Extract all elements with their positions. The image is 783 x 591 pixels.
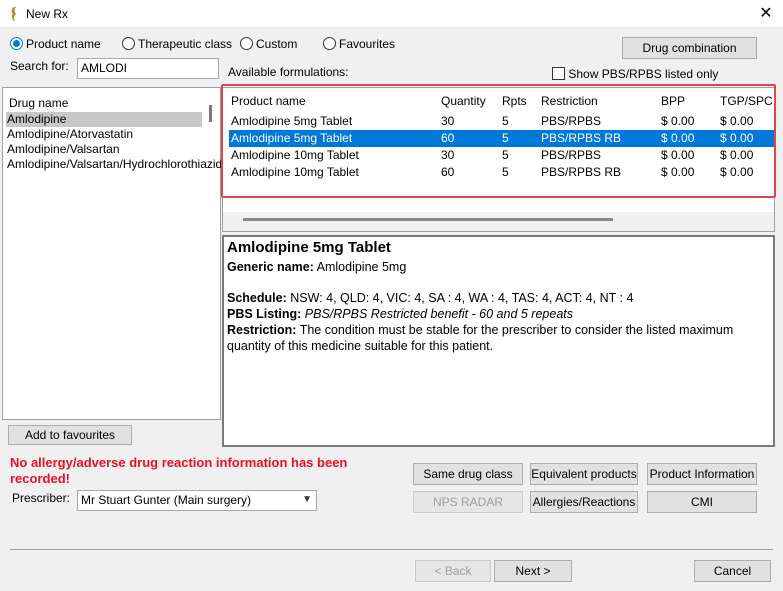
- divider: [10, 549, 773, 550]
- radio-selected-icon: [10, 37, 23, 50]
- generic-name-value: Amlodipine 5mg: [316, 260, 407, 274]
- chevron-down-icon: ▼: [302, 494, 312, 505]
- title-bar: New Rx ✕: [0, 0, 783, 28]
- allergies-reactions-button[interactable]: Allergies/Reactions: [530, 491, 638, 513]
- cancel-button[interactable]: Cancel: [694, 560, 771, 582]
- product-information-button[interactable]: Product Information: [647, 463, 757, 485]
- pbs-listing-line: PBS Listing: PBS/RPBS Restricted benefit…: [227, 307, 573, 321]
- show-pbs-checkbox[interactable]: Show PBS/RPBS listed only: [552, 67, 718, 81]
- restriction-label: Restriction:: [227, 323, 297, 337]
- radio-icon: [122, 37, 135, 50]
- cmi-button[interactable]: CMI: [647, 491, 757, 513]
- prescriber-value: Mr Stuart Gunter (Main surgery): [81, 493, 252, 507]
- drug-list-header: Drug name: [9, 96, 69, 110]
- allergy-warning-line1: No allergy/adverse drug reaction informa…: [10, 455, 348, 470]
- drug-combination-button[interactable]: Drug combination: [622, 37, 757, 59]
- details-title: Amlodipine 5mg Tablet: [227, 239, 391, 256]
- generic-name-line: Generic name: Amlodipine 5mg: [227, 260, 406, 274]
- schedule-value: NSW: 4, QLD: 4, VIC: 4, SA : 4, WA : 4, …: [290, 291, 634, 305]
- highlight-frame: [221, 84, 776, 198]
- list-item[interactable]: Amlodipine/Valsartan/Hydrochlorothiazide: [6, 157, 229, 172]
- available-formulations-label: Available formulations:: [228, 65, 349, 79]
- drug-list[interactable]: Drug name Amlodipine Amlodipine/Atorvast…: [2, 87, 229, 420]
- schedule-line: Schedule: NSW: 4, QLD: 4, VIC: 4, SA : 4…: [227, 291, 633, 305]
- allergy-warning: No allergy/adverse drug reaction informa…: [10, 455, 370, 487]
- list-item[interactable]: Amlodipine/Atorvastatin: [6, 127, 133, 142]
- list-item[interactable]: Amlodipine/Valsartan: [6, 142, 120, 157]
- app-logo-icon: [11, 7, 16, 21]
- search-label: Search for:: [10, 59, 69, 73]
- back-button[interactable]: < Back: [415, 560, 491, 582]
- radio-label: Therapeutic class: [138, 37, 233, 51]
- equivalent-products-button[interactable]: Equivalent products: [530, 463, 638, 485]
- allergy-warning-line2: recorded!: [10, 471, 70, 486]
- restriction-text-continued: quantity of this medicine suitable for t…: [227, 339, 494, 353]
- list-scrollbar[interactable]: [209, 105, 212, 122]
- restriction-text: The condition must be stable for the pre…: [299, 323, 734, 337]
- show-pbs-label: Show PBS/RPBS listed only: [568, 67, 719, 81]
- radio-custom[interactable]: Custom: [240, 37, 297, 51]
- radio-label: Custom: [256, 37, 298, 51]
- radio-icon: [240, 37, 253, 50]
- generic-name-label: Generic name:: [227, 260, 314, 274]
- radio-label: Favourites: [339, 37, 396, 51]
- radio-product-name[interactable]: Product name: [10, 37, 101, 51]
- close-icon[interactable]: ✕: [754, 3, 778, 25]
- radio-icon: [323, 37, 336, 50]
- pbs-listing-value: PBS/RPBS Restricted benefit - 60 and 5 r…: [304, 307, 573, 321]
- schedule-label: Schedule:: [227, 291, 287, 305]
- product-details-panel: Amlodipine 5mg Tablet Generic name: Amlo…: [222, 235, 775, 447]
- same-drug-class-button[interactable]: Same drug class: [413, 463, 523, 485]
- radio-label: Product name: [26, 37, 101, 51]
- prescriber-label: Prescriber:: [12, 491, 71, 505]
- table-horizontal-scrollbar[interactable]: [243, 218, 613, 221]
- checkbox-icon: [552, 67, 565, 80]
- radio-favourites[interactable]: Favourites: [323, 37, 395, 51]
- nps-radar-button[interactable]: NPS RADAR: [413, 491, 523, 513]
- radio-therapeutic-class[interactable]: Therapeutic class: [122, 37, 232, 51]
- next-button[interactable]: Next >: [494, 560, 572, 582]
- list-item[interactable]: Amlodipine: [6, 112, 202, 127]
- prescriber-select[interactable]: Mr Stuart Gunter (Main surgery) ▼: [77, 490, 317, 511]
- restriction-line: Restriction: The condition must be stabl…: [227, 323, 733, 337]
- search-input[interactable]: AMLODI: [77, 58, 219, 79]
- pbs-listing-label: PBS Listing:: [227, 307, 302, 321]
- add-to-favourites-button[interactable]: Add to favourites: [8, 425, 132, 445]
- window-title: New Rx: [26, 7, 69, 21]
